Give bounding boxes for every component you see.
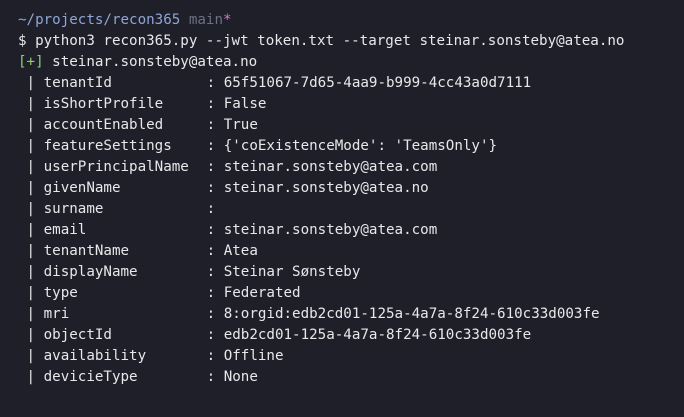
field-pipe: | <box>18 327 44 343</box>
field-row: | tenantName: Atea <box>18 241 684 262</box>
field-key: surname <box>43 201 104 217</box>
field-value: Federated <box>223 285 301 301</box>
field-row: | email: steinar.sonsteby@atea.com <box>18 220 684 241</box>
terminal-window: ~/projects/recon365 main* $ python3 reco… <box>0 0 684 417</box>
field-key: email <box>43 222 87 238</box>
git-branch: main <box>188 12 224 28</box>
field-row: | givenName: steinar.sonsteby@atea.no <box>18 178 684 199</box>
field-pipe: | <box>18 264 44 280</box>
field-key: devicieType <box>43 369 138 385</box>
field-row: | mri: 8:orgid:edb2cd01-125a-4a7a-8f24-6… <box>18 304 684 325</box>
field-separator: : <box>206 180 224 196</box>
field-row: | availability: Offline <box>18 346 684 367</box>
result-target: steinar.sonsteby@atea.no <box>52 54 258 70</box>
field-pipe: | <box>18 306 44 322</box>
field-key: type <box>43 285 78 301</box>
field-pipe: | <box>18 96 44 112</box>
field-separator: : <box>206 159 224 175</box>
field-key: tenantId <box>43 75 112 91</box>
field-key: userPrincipalName <box>43 159 189 175</box>
profile-fields: | tenantId: 65f51067-7d65-4aa9-b999-4cc4… <box>18 73 684 388</box>
field-pipe: | <box>18 117 44 133</box>
field-pipe: | <box>18 159 44 175</box>
field-pipe: | <box>18 348 44 364</box>
prompt-line: ~/projects/recon365 main* <box>18 10 684 31</box>
field-row: | isShortProfile: False <box>18 94 684 115</box>
field-value: 65f51067-7d65-4aa9-b999-4cc43a0d7111 <box>223 75 532 91</box>
field-pipe: | <box>18 201 44 217</box>
field-row: | featureSettings: {'coExistenceMode': '… <box>18 136 684 157</box>
field-separator: : <box>206 75 224 91</box>
field-pipe: | <box>18 285 44 301</box>
field-value: steinar.sonsteby@atea.com <box>223 222 438 238</box>
cwd-path: ~/projects/recon365 <box>18 12 181 28</box>
result-header: [+] steinar.sonsteby@atea.no <box>18 52 684 73</box>
command-text: python3 recon365.py --jwt token.txt --ta… <box>35 33 625 49</box>
field-key: objectId <box>43 327 112 343</box>
field-value: steinar.sonsteby@atea.com <box>223 159 438 175</box>
field-pipe: | <box>18 180 44 196</box>
git-dirty-marker: * <box>223 12 232 28</box>
field-value: 8:orgid:edb2cd01-125a-4a7a-8f24-610c33d0… <box>223 306 600 322</box>
field-row: | displayName: Steinar Sønsteby <box>18 262 684 283</box>
field-value: Offline <box>223 348 284 364</box>
field-value: True <box>223 117 258 133</box>
prompt-symbol: $ <box>18 33 27 49</box>
field-value: Atea <box>223 243 258 259</box>
field-pipe: | <box>18 369 44 385</box>
field-key: featureSettings <box>43 138 172 154</box>
field-value: None <box>223 369 258 385</box>
field-pipe: | <box>18 75 44 91</box>
field-value: False <box>223 96 267 112</box>
field-row: | tenantId: 65f51067-7d65-4aa9-b999-4cc4… <box>18 73 684 94</box>
field-separator: : <box>206 327 224 343</box>
field-pipe: | <box>18 138 44 154</box>
field-key: displayName <box>43 264 138 280</box>
field-separator: : <box>206 306 224 322</box>
field-separator: : <box>206 96 224 112</box>
field-separator: : <box>206 222 224 238</box>
field-key: accountEnabled <box>43 117 164 133</box>
field-separator: : <box>206 138 224 154</box>
field-separator: : <box>206 264 224 280</box>
field-pipe: | <box>18 243 44 259</box>
field-key: mri <box>43 306 70 322</box>
field-separator: : <box>206 285 224 301</box>
field-key: tenantName <box>43 243 130 259</box>
field-row: | objectId: edb2cd01-125a-4a7a-8f24-610c… <box>18 325 684 346</box>
field-key: givenName <box>43 180 121 196</box>
field-row: | accountEnabled: True <box>18 115 684 136</box>
field-key: isShortProfile <box>43 96 164 112</box>
field-value: edb2cd01-125a-4a7a-8f24-610c33d003fe <box>223 327 532 343</box>
field-value: Steinar Sønsteby <box>223 264 361 280</box>
field-separator: : <box>206 201 224 217</box>
field-separator: : <box>206 243 224 259</box>
field-row: | surname: <box>18 199 684 220</box>
command-line[interactable]: $ python3 recon365.py --jwt token.txt --… <box>18 31 684 52</box>
field-key: availability <box>43 348 147 364</box>
field-value: {'coExistenceMode': 'TeamsOnly'} <box>223 138 498 154</box>
field-value: steinar.sonsteby@atea.no <box>223 180 429 196</box>
field-separator: : <box>206 117 224 133</box>
field-row: | devicieType: None <box>18 367 684 388</box>
field-pipe: | <box>18 222 44 238</box>
field-separator: : <box>206 348 224 364</box>
field-row: | userPrincipalName: steinar.sonsteby@at… <box>18 157 684 178</box>
success-marker: [+] <box>18 54 44 70</box>
field-separator: : <box>206 369 224 385</box>
field-row: | type: Federated <box>18 283 684 304</box>
